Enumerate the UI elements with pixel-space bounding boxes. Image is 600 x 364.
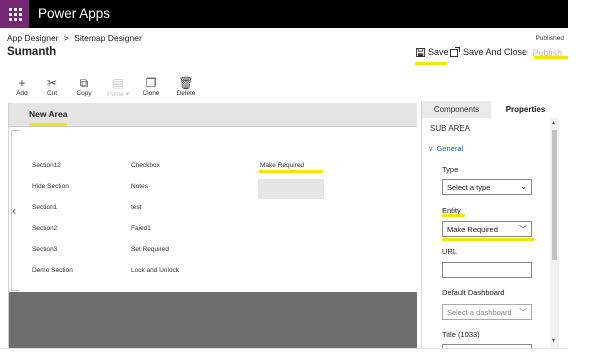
breadcrumb: App Designer > Sitemap Designer xyxy=(7,33,142,43)
plus-icon: + xyxy=(18,76,26,90)
copy-label: Copy xyxy=(76,90,92,97)
breadcrumb-app-designer[interactable]: App Designer xyxy=(7,33,59,43)
scroll-thumb[interactable] xyxy=(552,130,557,260)
area-groups: ‹ Section12 Checkbox Make Required Hide … xyxy=(9,129,417,291)
area-title: New Area xyxy=(29,109,68,119)
highlight-mark xyxy=(442,238,534,241)
site-name: Sumanth xyxy=(7,46,57,58)
cut-icon: ✂ xyxy=(46,76,58,90)
add-label: Add xyxy=(16,90,28,97)
chevron-down-icon: ﹀ xyxy=(519,225,527,234)
subarea-item[interactable]: Make Required xyxy=(260,162,304,169)
chevron-down-icon: ﹀ xyxy=(519,308,527,317)
delete-label: Delete xyxy=(176,90,196,97)
group-title[interactable]: Hide Section xyxy=(32,183,69,190)
group-title[interactable]: Demo Section xyxy=(32,267,73,274)
entity-dropdown[interactable]: Make Required ﹀ xyxy=(442,221,532,237)
highlight-mark xyxy=(442,214,465,217)
trash-icon: 🗑 xyxy=(178,76,194,90)
clone-label: Clone xyxy=(142,90,160,97)
type-select[interactable]: Select a type ⌄ xyxy=(442,179,532,195)
clone-icon: ❐ xyxy=(145,76,157,90)
highlight-mark xyxy=(29,123,67,126)
save-and-close-button[interactable]: Save And Close xyxy=(450,47,527,57)
paste-button[interactable]: ▤ Paste ▾ xyxy=(103,76,133,98)
delete-button[interactable]: 🗑 Delete xyxy=(171,76,201,97)
breadcrumb-sitemap-designer: Sitemap Designer xyxy=(74,33,142,43)
chevron-left-icon[interactable]: ‹ xyxy=(12,203,16,218)
product-name[interactable]: Power Apps xyxy=(38,6,110,21)
properties-panel: Components Properties SUB AREA ∨ General … xyxy=(421,101,560,348)
cut-label: Cut xyxy=(46,90,58,97)
highlight-mark xyxy=(415,62,447,65)
tab-properties[interactable]: Properties xyxy=(491,101,560,118)
empty-area-region xyxy=(9,292,417,348)
selected-subarea[interactable] xyxy=(258,179,324,199)
default-dashboard-dropdown[interactable]: Select a dashboard ﹀ xyxy=(442,304,532,320)
entity-value: Make Required xyxy=(447,225,498,234)
type-value: Select a type xyxy=(447,183,491,192)
copy-icon: ⧉ xyxy=(79,75,89,90)
save-close-icon xyxy=(450,47,460,57)
status-strip xyxy=(0,348,568,364)
sitemap-canvas: New Area ‹ Section12 Checkbox Make Requi… xyxy=(8,103,417,348)
scroll-up-icon[interactable]: ▲ xyxy=(551,120,556,126)
section-title: SUB AREA xyxy=(430,124,471,133)
publish-status: Published xyxy=(535,35,564,42)
tab-components[interactable]: Components xyxy=(422,101,491,118)
chevron-down-icon: ⌄ xyxy=(520,182,527,191)
cut-button[interactable]: ✂ Cut xyxy=(37,76,67,97)
copy-button[interactable]: ⧉ Copy xyxy=(69,75,99,98)
highlight-mark xyxy=(534,56,568,59)
url-label: URL xyxy=(442,247,458,256)
general-label: General xyxy=(436,144,464,153)
group-title[interactable]: Section12 xyxy=(32,162,61,169)
panel-tabs: Components Properties xyxy=(422,101,560,118)
highlight-mark xyxy=(259,170,323,173)
save-button[interactable]: Save xyxy=(416,47,449,57)
general-group-toggle[interactable]: ∨ General xyxy=(428,144,463,153)
type-label: Type xyxy=(442,165,459,174)
app-launcher-icon[interactable] xyxy=(0,0,29,28)
breadcrumb-separator: > xyxy=(63,33,69,43)
save-icon xyxy=(416,47,425,57)
save-label: Save xyxy=(428,47,449,57)
group-title[interactable]: Section1 xyxy=(32,204,57,211)
subarea-item[interactable]: Set Required xyxy=(131,246,169,253)
url-field[interactable] xyxy=(442,262,532,278)
subarea-item[interactable]: Notes xyxy=(131,183,148,190)
publish-icon: ✴ xyxy=(522,47,530,57)
group-title[interactable]: Section3 xyxy=(32,246,57,253)
paste-icon: ▤ xyxy=(112,76,124,90)
default-dashboard-value: Select a dashboard xyxy=(447,308,512,317)
subarea-item[interactable]: Checkbox xyxy=(131,162,160,169)
clone-button[interactable]: ❐ Clone xyxy=(136,76,166,97)
scroll-down-icon[interactable]: ▼ xyxy=(551,338,556,344)
chevron-down-icon: ∨ xyxy=(428,144,434,153)
panel-scrollbar[interactable]: ▲ ▼ xyxy=(550,118,559,348)
area-header[interactable]: New Area xyxy=(9,103,417,127)
title-1033-label: Title (1033) xyxy=(442,330,480,339)
save-and-close-label: Save And Close xyxy=(463,47,528,57)
group-title[interactable]: Section2 xyxy=(32,225,57,232)
subarea-item[interactable]: Faied1 xyxy=(131,225,151,232)
paste-label: Paste ▾ xyxy=(107,91,129,98)
default-dashboard-label: Default Dashboard xyxy=(442,288,505,297)
subarea-item[interactable]: test xyxy=(131,204,141,211)
subarea-item[interactable]: Lock and Unlock xyxy=(131,267,179,274)
designer-header: App Designer > Sitemap Designer Sumanth … xyxy=(0,28,568,70)
toolbar: + Add ✂ Cut ⧉ Copy ▤ Paste ▾ ❐ Clone 🗑 D… xyxy=(0,70,568,103)
top-bar: Power Apps xyxy=(0,0,568,28)
add-button[interactable]: + Add xyxy=(7,76,37,97)
